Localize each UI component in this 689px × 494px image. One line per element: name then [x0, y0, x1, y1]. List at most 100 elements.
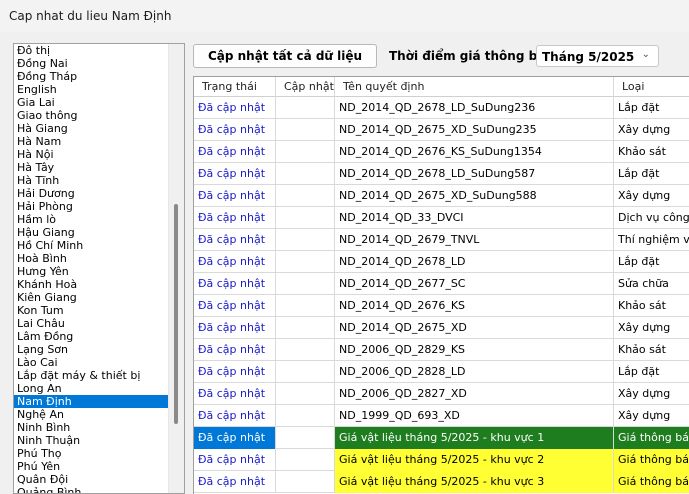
- province-list-item[interactable]: Lạng Sơn: [14, 343, 169, 356]
- table-row[interactable]: Đã cập nhật ND_2014_QD_2676_KS_SuDung1354…: [194, 141, 689, 163]
- table-row[interactable]: Đã cập nhật ND_2006_QD_2827_XD Xây dựng: [194, 383, 689, 405]
- update-checkbox-cell[interactable]: [276, 251, 335, 273]
- province-list-item[interactable]: Phú Yên: [14, 460, 169, 473]
- province-list-item[interactable]: Ninh Bình: [14, 421, 169, 434]
- status-cell: Đã cập nhật: [194, 207, 276, 229]
- province-list-item[interactable]: Ninh Thuận: [14, 434, 169, 447]
- status-cell: Đã cập nhật: [194, 471, 276, 493]
- province-list-item[interactable]: Hầm lò: [14, 213, 169, 226]
- update-checkbox-cell[interactable]: [276, 229, 335, 251]
- province-list-item[interactable]: Hồ Chí Minh: [14, 239, 169, 252]
- scrollbar-thumb[interactable]: [174, 204, 178, 424]
- update-checkbox-cell[interactable]: [276, 273, 335, 295]
- status-cell: Đã cập nhật: [194, 339, 276, 361]
- update-checkbox-cell[interactable]: [276, 427, 335, 449]
- table-row[interactable]: Đã cập nhật ND_2014_QD_2678_LD_SuDung236 L…: [194, 97, 689, 119]
- province-list-item[interactable]: Đồng Tháp: [14, 70, 169, 83]
- province-list-item[interactable]: Hà Tây: [14, 161, 169, 174]
- province-list-scrollbar[interactable]: [168, 44, 184, 493]
- province-list-item[interactable]: Đồng Nai: [14, 57, 169, 70]
- update-checkbox-cell[interactable]: [276, 449, 335, 471]
- province-list-item[interactable]: Long An: [14, 382, 169, 395]
- table-row[interactable]: Đã cập nhật ND_1999_QD_693_XD Xây dựng: [194, 405, 689, 427]
- table-row[interactable]: Đã cập nhật ND_2006_QD_2829_KS Khảo sát: [194, 339, 689, 361]
- table-row[interactable]: Đã cập nhật Giá vật liệu tháng 5/2025 - k…: [194, 471, 689, 493]
- province-list-item[interactable]: English: [14, 83, 169, 96]
- province-list-item[interactable]: Đô thị: [14, 44, 169, 57]
- province-list-item[interactable]: Quảng Bình: [14, 486, 169, 493]
- chevron-down-icon: ⌄: [641, 49, 650, 60]
- update-checkbox-cell[interactable]: [276, 141, 335, 163]
- month-dropdown[interactable]: Tháng 5/2025 ⌄: [536, 45, 659, 67]
- province-list-item[interactable]: Hải Dương: [14, 187, 169, 200]
- update-checkbox-cell[interactable]: [276, 361, 335, 383]
- table-row[interactable]: Đã cập nhật ND_2014_QD_2678_LD_SuDung587 L…: [194, 163, 689, 185]
- update-checkbox-cell[interactable]: [276, 383, 335, 405]
- province-list-item[interactable]: Kon Tum: [14, 304, 169, 317]
- province-list-item[interactable]: Khánh Hoà: [14, 278, 169, 291]
- table-row[interactable]: Đã cập nhật ND_2006_QD_2828_LD Lắp đặt: [194, 361, 689, 383]
- table-row[interactable]: Đã cập nhật ND_2014_QD_2675_XD Xây dựng: [194, 317, 689, 339]
- province-list-item[interactable]: Gia Lai: [14, 96, 169, 109]
- update-checkbox-cell[interactable]: [276, 185, 335, 207]
- province-list-item[interactable]: Lâm Đồng: [14, 330, 169, 343]
- province-list-item[interactable]: Hoà Bình: [14, 252, 169, 265]
- type-cell: Giá thông báo: [614, 471, 689, 493]
- province-list-item[interactable]: Lai Châu: [14, 317, 169, 330]
- province-list-item[interactable]: Lắp đặt máy & thiết bị: [14, 369, 169, 382]
- update-checkbox-cell[interactable]: [276, 163, 335, 185]
- province-list-item[interactable]: Hậu Giang: [14, 226, 169, 239]
- status-cell: Đã cập nhật: [194, 185, 276, 207]
- update-checkbox-cell[interactable]: [276, 295, 335, 317]
- status-cell: Đã cập nhật: [194, 229, 276, 251]
- update-checkbox-cell[interactable]: [276, 339, 335, 361]
- update-checkbox-cell[interactable]: [276, 405, 335, 427]
- table-row[interactable]: Đã cập nhật Giá vật liệu tháng 5/2025 - k…: [194, 449, 689, 471]
- update-checkbox-cell[interactable]: [276, 207, 335, 229]
- province-list-item[interactable]: Nam Định: [14, 395, 169, 408]
- status-cell: Đã cập nhật: [194, 361, 276, 383]
- column-header-status[interactable]: Trạng thái: [194, 77, 276, 97]
- type-cell: Dịch vụ công í: [618, 211, 689, 224]
- update-checkbox-cell[interactable]: [276, 471, 335, 493]
- table-row[interactable]: Đã cập nhật ND_2014_QD_2679_TNVL Thí nghiệ…: [194, 229, 689, 251]
- type-cell: Xây dựng: [618, 409, 671, 422]
- update-checkbox-cell[interactable]: [276, 119, 335, 141]
- table-row[interactable]: Đã cập nhật ND_2014_QD_2677_SC Sửa chữa: [194, 273, 689, 295]
- update-checkbox-cell[interactable]: [276, 97, 335, 119]
- update-checkbox-cell[interactable]: [276, 317, 335, 339]
- province-list-item[interactable]: Phú Thọ: [14, 447, 169, 460]
- update-all-button[interactable]: Cập nhật tất cả dữ liệu: [193, 44, 377, 68]
- province-list-item[interactable]: Giao thông: [14, 109, 169, 122]
- province-list-item[interactable]: Hải Phòng: [14, 200, 169, 213]
- status-cell: Đã cập nhật: [194, 119, 276, 141]
- decision-grid[interactable]: Trạng thái Cập nhật Tên quyết định Loại …: [193, 76, 689, 494]
- province-list-item[interactable]: Hà Nội: [14, 148, 169, 161]
- status-cell: Đã cập nhật: [194, 427, 276, 449]
- decision-name-cell: ND_2006_QD_2828_LD: [335, 361, 614, 383]
- table-row[interactable]: Đã cập nhật Giá vật liệu tháng 5/2025 - k…: [194, 427, 689, 449]
- province-list-item[interactable]: Hà Tĩnh: [14, 174, 169, 187]
- column-header-update[interactable]: Cập nhật: [276, 77, 335, 97]
- province-list-item[interactable]: Hưng Yên: [14, 265, 169, 278]
- province-list-item[interactable]: Kiên Giang: [14, 291, 169, 304]
- table-row[interactable]: Đã cập nhật ND_2014_QD_2678_LD Lắp đặt: [194, 251, 689, 273]
- decision-name-cell: ND_2014_QD_2675_XD_SuDung588: [335, 185, 614, 207]
- province-list-item[interactable]: Quân Đội: [14, 473, 169, 486]
- province-list-item[interactable]: Nghệ An: [14, 408, 169, 421]
- table-row[interactable]: Đã cập nhật ND_2014_QD_2676_KS Khảo sát: [194, 295, 689, 317]
- province-list-item[interactable]: Hà Giang: [14, 122, 169, 135]
- window-title: Cap nhat du lieu Nam Định: [9, 9, 172, 23]
- column-header-type[interactable]: Loại: [614, 77, 689, 97]
- table-row[interactable]: Đã cập nhật ND_2014_QD_2675_XD_SuDung235 X…: [194, 119, 689, 141]
- decision-name-cell: ND_2014_QD_2675_XD_SuDung235: [335, 119, 614, 141]
- main-client-area: Đô thị Đồng Nai Đồng Tháp English Gia Lai Gia…: [0, 32, 689, 494]
- column-header-decision-name[interactable]: Tên quyết định: [335, 77, 614, 97]
- province-list-item[interactable]: Hà Nam: [14, 135, 169, 148]
- table-row[interactable]: Đã cập nhật ND_2014_QD_33_DVCI Dịch vụ côn…: [194, 207, 689, 229]
- decision-name-cell: Giá vật liệu tháng 5/2025 - khu vực 3: [335, 471, 614, 493]
- decision-name-cell: ND_2014_QD_2678_LD: [335, 251, 614, 273]
- table-row[interactable]: Đã cập nhật ND_2014_QD_2675_XD_SuDung588 X…: [194, 185, 689, 207]
- province-list-item[interactable]: Lào Cai: [14, 356, 169, 369]
- province-list[interactable]: Đô thị Đồng Nai Đồng Tháp English Gia Lai Gia…: [13, 43, 185, 494]
